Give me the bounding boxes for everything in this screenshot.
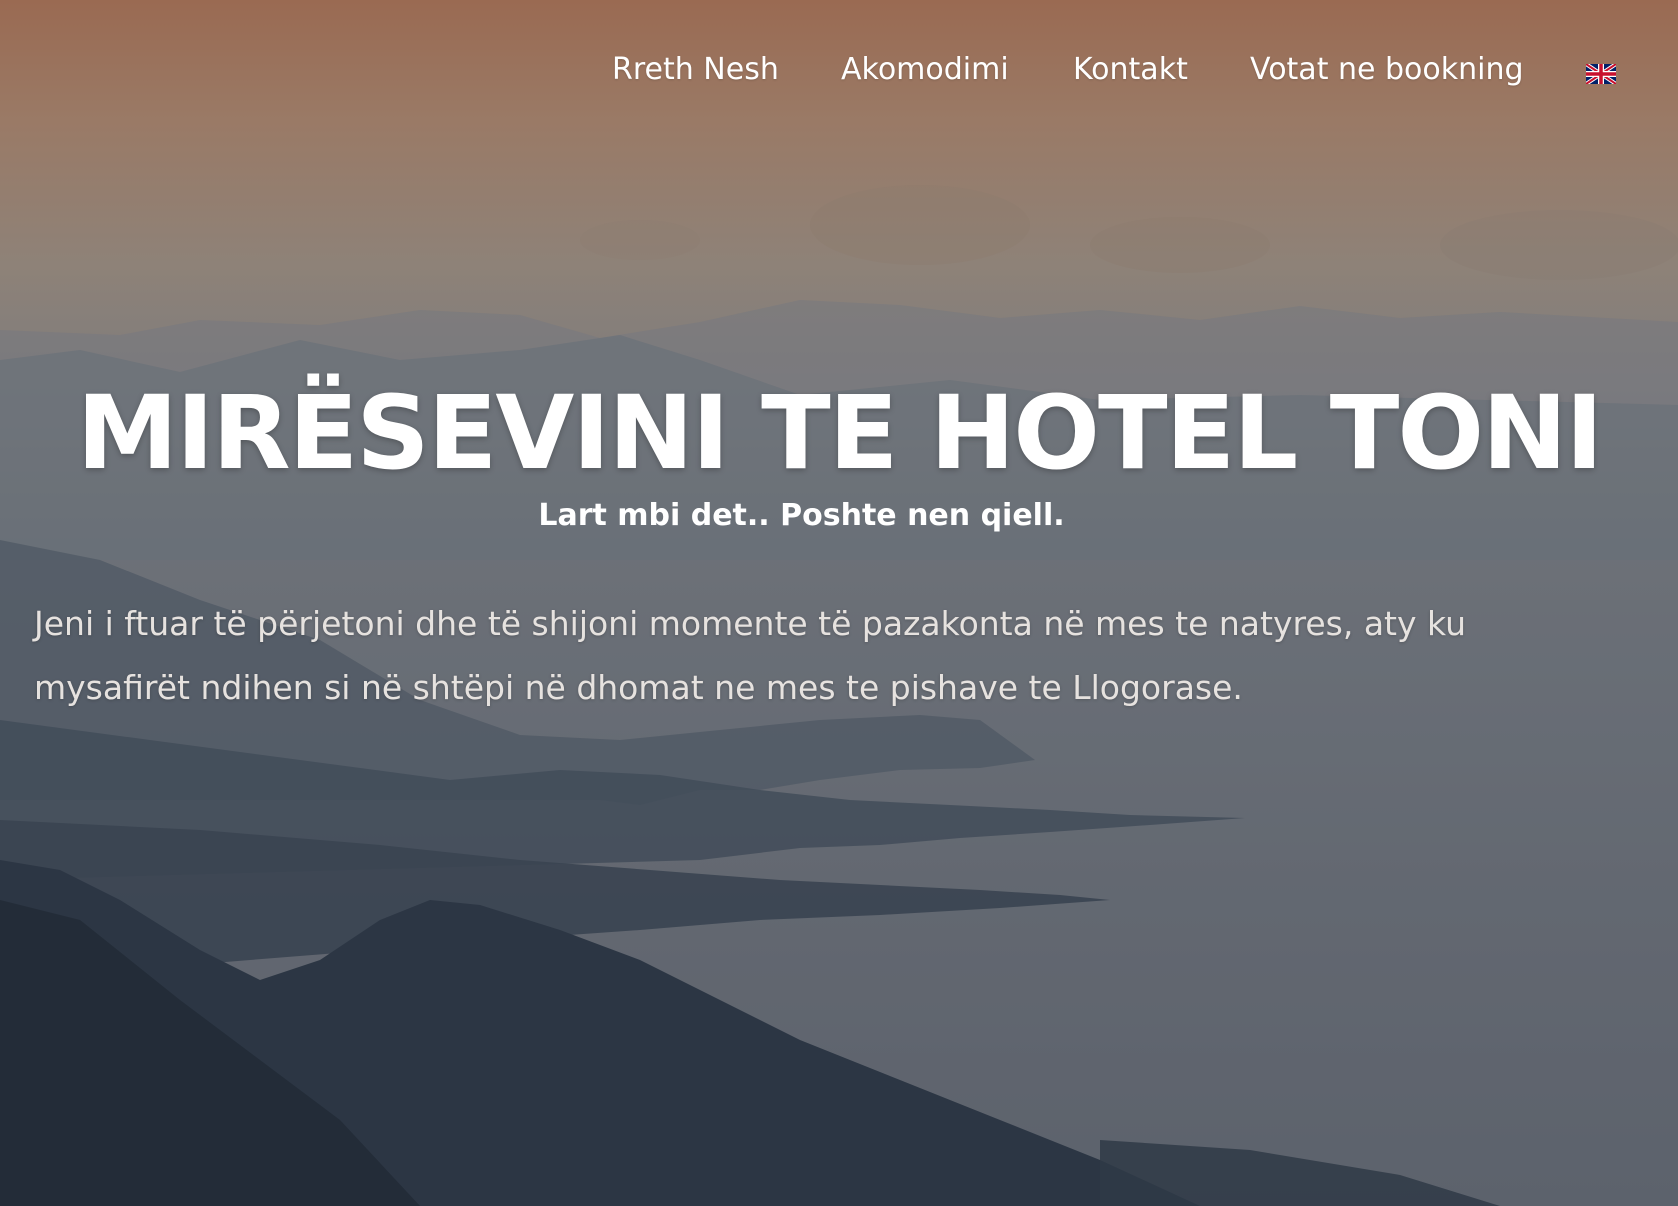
nav-item-votat-ne-bookning[interactable]: Votat ne bookning: [1250, 52, 1524, 87]
hero-tagline: Lart mbi det.. Poshte nen qiell.: [538, 498, 1065, 533]
nav-item-kontakt[interactable]: Kontakt: [1073, 52, 1188, 87]
hero-section: Rreth Nesh Akomodimi Kontakt Votat ne bo…: [0, 0, 1678, 1206]
nav-item-rreth-nesh[interactable]: Rreth Nesh: [612, 52, 779, 87]
page-title: MIRËSEVINI TE HOTEL TONI: [76, 374, 1604, 493]
intro-line-2: mysafirët ndihen si në shtëpi në dhomat …: [34, 668, 1243, 707]
main-navigation: Rreth Nesh Akomodimi Kontakt Votat ne bo…: [0, 52, 1678, 100]
hero-intro-text: Jeni i ftuar të përjetoni dhe të shijoni…: [34, 592, 1514, 720]
uk-flag-icon[interactable]: [1586, 64, 1616, 84]
intro-line-1: Jeni i ftuar të përjetoni dhe të shijoni…: [34, 604, 1467, 643]
nav-item-akomodimi[interactable]: Akomodimi: [841, 52, 1009, 87]
